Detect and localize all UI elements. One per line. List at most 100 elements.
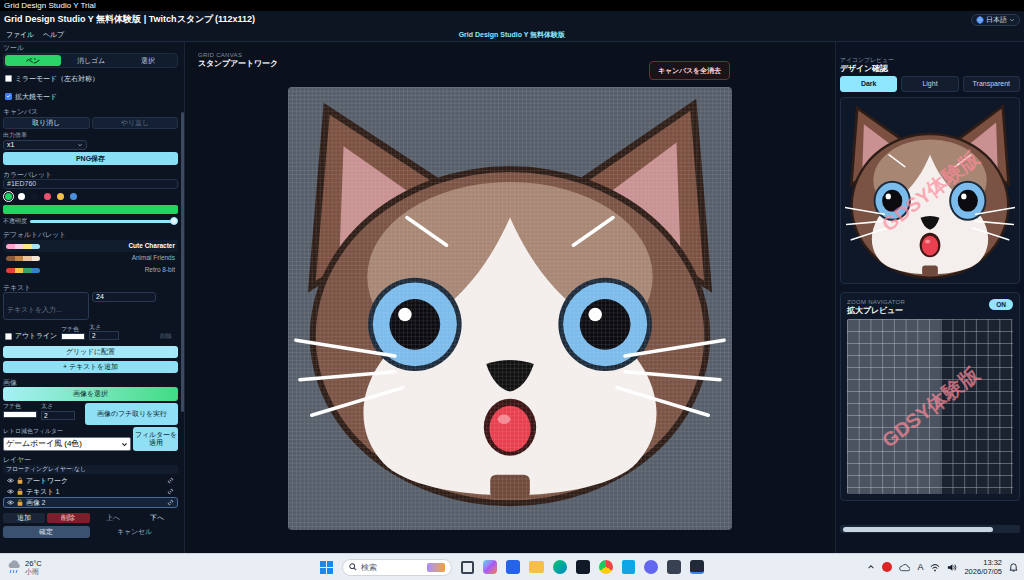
layer-up-button[interactable]: 上へ [92,513,134,523]
color-swatch[interactable] [16,191,27,202]
filter-select[interactable]: ゲームボーイ風 (4色) [3,437,131,451]
lock-icon[interactable] [17,488,23,495]
apply-filter-button[interactable]: フィルターを適用 [133,427,178,451]
tool-tab[interactable]: 消しゴム [63,55,119,66]
checkbox[interactable] [5,93,12,100]
pixel-canvas[interactable] [288,87,732,530]
hex-input[interactable]: #1ED760 [3,179,178,189]
app-icon[interactable] [644,560,658,574]
add-layer-button[interactable]: 追加 [3,513,45,523]
taskbar-search[interactable]: 検索 [342,559,452,576]
copilot-icon[interactable] [483,560,497,574]
menu-item[interactable]: ヘルプ [43,30,64,39]
scroll-thumb[interactable] [181,112,184,412]
redo-button[interactable]: やり直し [92,117,179,129]
bell-icon[interactable] [1009,562,1018,572]
edge-width-input[interactable]: 2 [89,331,119,340]
app-icon[interactable] [576,560,590,574]
language-select[interactable]: 日本語 [971,14,1020,26]
font-size-input[interactable]: 24 [92,292,156,302]
edge-icon[interactable] [553,560,567,574]
palette-name: Cute Character [128,242,175,250]
checkbox[interactable] [5,333,12,340]
add-text-button[interactable]: + テキストを追加 [3,361,178,373]
undo-button[interactable]: 取り消し [3,117,90,129]
png-save-button[interactable]: PNG保存 [3,152,178,165]
lock-icon[interactable] [17,499,23,506]
menu-item[interactable]: ファイル [6,30,34,39]
scroll-thumb[interactable] [843,527,993,532]
section-label: 画像 [3,379,178,387]
left-scrollbar[interactable] [181,42,184,553]
horizontal-scrollbar[interactable] [840,525,1020,533]
link-icon[interactable] [167,488,174,495]
chrome-icon[interactable] [599,560,613,574]
app-icon[interactable] [667,560,681,574]
edge-width-input[interactable]: 2 [41,411,75,420]
wifi-icon[interactable] [930,563,940,572]
zoom-toggle[interactable]: ON [989,299,1013,310]
speaker-icon[interactable] [947,563,957,572]
link-icon[interactable] [167,477,174,484]
eye-icon[interactable] [7,499,14,506]
edge-color-box[interactable] [61,333,85,340]
edge-width-field: 太さ 2 [41,403,75,420]
tool-tab[interactable]: ペン [5,55,61,66]
link-icon[interactable] [167,499,174,506]
lock-icon[interactable] [17,477,23,484]
store-icon[interactable] [506,560,520,574]
slider-thumb[interactable] [170,217,178,225]
tray-app-icon[interactable] [882,562,892,572]
color-swatch[interactable] [55,191,66,202]
preview-tab[interactable]: Transparent [963,76,1020,92]
clear-canvas-button[interactable]: キャンバスを全消去 [649,61,730,80]
text-field[interactable] [7,305,85,314]
color-swatch[interactable] [68,191,79,202]
ime-indicator[interactable]: A [917,562,923,572]
palette-row[interactable]: Cute Character [3,240,178,252]
color-swatch[interactable] [29,191,40,202]
color-swatch[interactable] [3,191,14,202]
align-grid-button[interactable]: グリッドに配置 [3,346,178,358]
windows-start-icon[interactable] [320,561,333,574]
chevron-up-icon[interactable] [867,563,875,571]
palette-row[interactable]: Retro 8-bit [3,264,178,276]
mirror-option[interactable]: ミラーモード（左右対称） [3,73,178,83]
folder-icon[interactable] [529,561,544,573]
grid-studio-icon[interactable] [690,560,704,574]
clock[interactable]: 13:32 2026/07/05 [964,558,1002,576]
color-swatch[interactable] [42,191,53,202]
preview-tab[interactable]: Light [901,76,958,92]
weather-widget[interactable]: 26°C 小雨 [6,559,320,576]
task-view-icon[interactable] [461,561,474,574]
notes-icon[interactable] [622,560,635,574]
eye-icon[interactable] [7,488,14,495]
layer-row[interactable]: テキスト 1 [3,486,178,497]
delete-text-button[interactable]: 削除 [160,332,176,340]
layer-row[interactable]: 画像 2 [3,497,178,508]
checkbox[interactable] [5,75,12,82]
text-input[interactable] [3,292,89,320]
palette-strip [6,244,40,249]
tool-tab[interactable]: 選択 [120,55,176,66]
opacity-slider[interactable] [30,220,174,223]
scale-select[interactable]: x1 [3,140,87,150]
layer-row[interactable]: アートワーク [3,475,178,486]
confirm-button[interactable]: 確定 [3,526,90,538]
palette-row[interactable]: Animal Friends [3,252,178,264]
layer-down-button[interactable]: 下へ [136,513,178,523]
outline-option[interactable]: アウトライン [5,332,57,340]
zoom-title: 拡大プレビュー [847,306,905,315]
select-image-button[interactable]: 画像を選択 [3,387,178,401]
canvas-label: GRID CANVAS [198,51,278,59]
preview-tab[interactable]: Dark [840,76,897,92]
image-outline-button[interactable]: 画像のフチ取りを実行 [85,403,178,425]
delete-layer-button[interactable]: 削除 [47,513,89,523]
date: 2026/07/05 [964,567,1002,576]
cancel-button[interactable]: キャンセル [92,526,179,538]
current-color-bar[interactable] [3,205,178,214]
cloud-icon[interactable] [899,563,910,572]
magnifier-option[interactable]: 拡大鏡モード [3,91,178,101]
edge-color-box[interactable] [3,411,37,418]
eye-icon[interactable] [7,477,14,484]
